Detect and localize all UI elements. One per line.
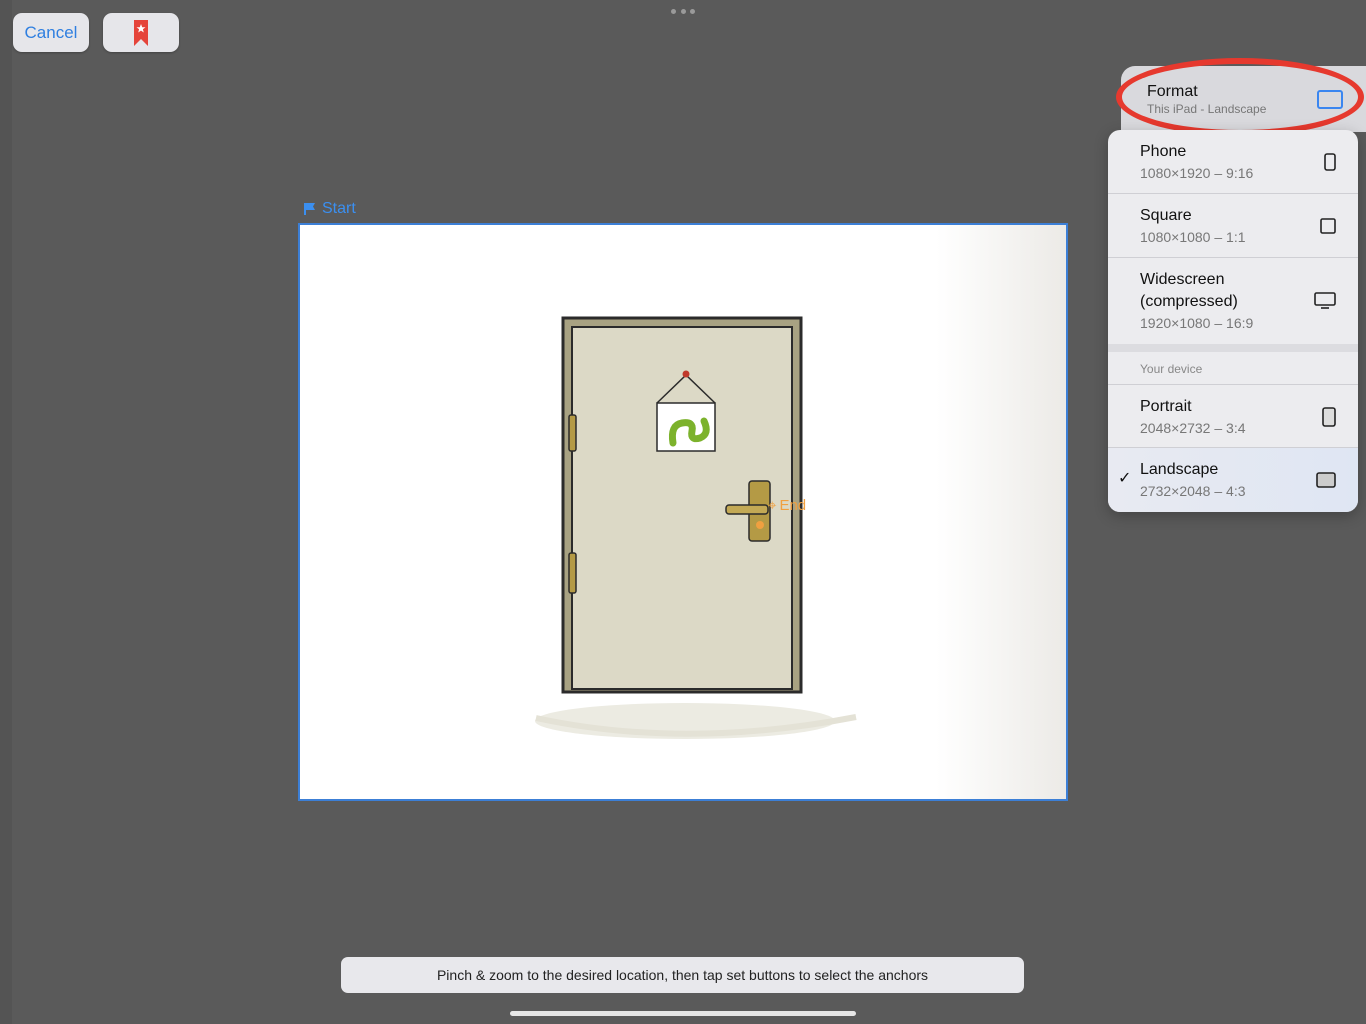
option-dims: 2732×2048 – 4:3 <box>1140 483 1246 499</box>
format-option-landscape[interactable]: ✓ Landscape 2732×2048 – 4:3 <box>1108 448 1358 512</box>
section-divider <box>1108 344 1358 352</box>
option-name: Portrait <box>1140 398 1192 415</box>
format-option-portrait[interactable]: Portrait 2048×2732 – 3:4 <box>1108 384 1358 448</box>
door-illustration <box>535 316 857 739</box>
option-dims: 1080×1920 – 9:16 <box>1140 165 1254 181</box>
tablet-landscape-icon <box>1316 472 1336 488</box>
format-menu: Phone 1080×1920 – 9:16 Square 1080×1080 … <box>1108 130 1358 512</box>
end-anchor-label[interactable]: ⌖ End <box>768 497 806 514</box>
phone-icon <box>1324 153 1336 171</box>
tablet-portrait-icon <box>1322 407 1336 427</box>
option-name: Widescreen (compressed) <box>1140 271 1238 310</box>
option-name: Phone <box>1140 143 1187 160</box>
square-icon <box>1320 218 1336 234</box>
option-dims: 2048×2732 – 3:4 <box>1140 420 1246 436</box>
side-strip <box>0 0 12 1024</box>
start-label-text: Start <box>322 200 356 217</box>
more-dots-icon[interactable] <box>671 9 695 15</box>
format-option-phone[interactable]: Phone 1080×1920 – 9:16 <box>1108 130 1358 194</box>
bookmark-button[interactable] <box>103 13 179 52</box>
highlight-annotation <box>1116 58 1364 136</box>
option-name: Landscape <box>1140 461 1219 478</box>
option-dims: 1080×1080 – 1:1 <box>1140 229 1246 245</box>
checkmark-icon: ✓ <box>1118 470 1132 487</box>
flag-icon <box>304 203 315 215</box>
format-option-widescreen[interactable]: Widescreen (compressed) 1920×1080 – 16:9 <box>1108 258 1358 344</box>
monitor-icon <box>1314 292 1336 309</box>
home-indicator[interactable] <box>510 1011 856 1016</box>
cancel-button[interactable]: Cancel <box>13 13 89 52</box>
section-label: Your device <box>1140 362 1203 376</box>
start-anchor-label[interactable]: Start <box>303 200 356 218</box>
option-dims: 1920×1080 – 16:9 <box>1140 315 1254 331</box>
instruction-hint: Pinch & zoom to the desired location, th… <box>341 957 1024 993</box>
anchor-target-icon: ⌖ <box>768 497 777 514</box>
canvas-frame[interactable] <box>298 223 1068 801</box>
bookmark-star-icon <box>134 19 148 46</box>
option-name: Square <box>1140 207 1192 224</box>
end-label-text: End <box>779 497 807 514</box>
format-option-square[interactable]: Square 1080×1080 – 1:1 <box>1108 194 1358 258</box>
